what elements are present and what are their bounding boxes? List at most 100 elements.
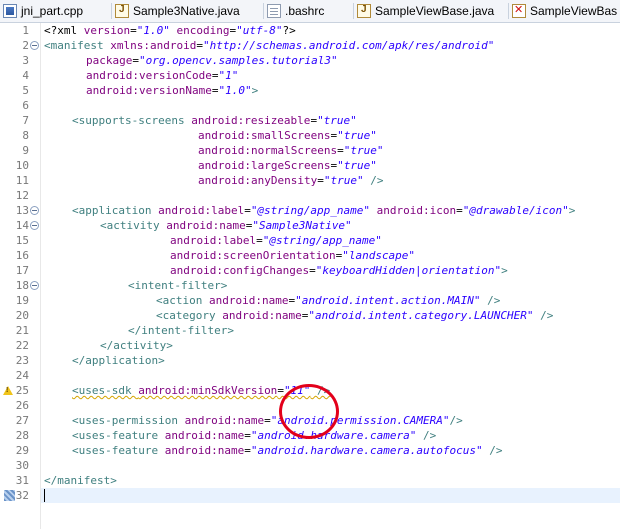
code-text: android:versionName="1.0"> (86, 84, 259, 97)
line-number: 20 (15, 309, 29, 322)
code-text: <uses-feature android:name="android.hard… (72, 429, 437, 442)
text-file-icon (267, 4, 281, 18)
code-text: android:screenOrientation="landscape" (170, 249, 416, 262)
code-text: android:largeScreens="true" (198, 159, 377, 172)
code-line-9[interactable]: 9 android:normalScreens="true" (0, 143, 620, 158)
line-number: 19 (15, 294, 29, 307)
annotation-circle (279, 384, 339, 439)
code-text: <intent-filter> (128, 279, 228, 292)
line-number: 22 (15, 339, 29, 352)
code-line-12[interactable]: 12 (0, 188, 620, 203)
code-line-5[interactable]: 5 android:versionName="1.0"> (0, 83, 620, 98)
code-text: <?xml version="1.0" encoding="utf-8"?> (44, 24, 296, 37)
line-number: 2 (22, 39, 29, 52)
code-line-16[interactable]: 16 android:screenOrientation="landscape" (0, 248, 620, 263)
code-line-17[interactable]: 17 android:configChanges="keyboardHidden… (0, 263, 620, 278)
code-line-20[interactable]: 20 <category android:name="android.inten… (0, 308, 620, 323)
code-line-21[interactable]: 21 </intent-filter> (0, 323, 620, 338)
line-number: 30 (15, 459, 29, 472)
tab-label: SampleViewBase.java (375, 4, 495, 18)
code-text: android:anyDensity="true" /> (198, 174, 384, 187)
code-text: </application> (72, 354, 165, 367)
code-text: <uses-permission android:name="android.p… (72, 414, 463, 427)
line-number: 28 (15, 429, 29, 442)
code-text: </manifest> (44, 474, 117, 487)
code-text: <manifest xmlns:android="http://schemas.… (44, 39, 495, 52)
java-error-file-icon (512, 3, 526, 18)
code-text: <activity android:name="Sample3Native" (100, 219, 352, 232)
line-number: 26 (15, 399, 29, 412)
fold-collapse-icon[interactable] (30, 281, 39, 290)
line-number: 23 (15, 354, 29, 367)
tab-label: jni_part.cpp (21, 4, 84, 18)
code-line-8[interactable]: 8 android:smallScreens="true" (0, 128, 620, 143)
code-line-14[interactable]: 14 <activity android:name="Sample3Native… (0, 218, 620, 233)
tab-sampleviewbase-java[interactable]: SampleViewBase.java (354, 0, 509, 22)
code-text: </activity> (100, 339, 173, 352)
line-number: 31 (15, 474, 29, 487)
tab-label: Sample3Native.java (133, 4, 240, 18)
line-number: 1 (22, 24, 29, 37)
java-file-icon (115, 4, 129, 18)
code-line-15[interactable]: 15 android:label="@string/app_name" (0, 233, 620, 248)
tab-sample3native-java[interactable]: Sample3Native.java (112, 0, 264, 22)
editor-tab-bar: jni_part.cpp Sample3Native.java .bashrc … (0, 0, 620, 23)
line-number: 15 (15, 234, 29, 247)
line-number: 16 (15, 249, 29, 262)
code-text: android:configChanges="keyboardHidden|or… (170, 264, 508, 277)
code-line-30[interactable]: 30 (0, 458, 620, 473)
code-line-31[interactable]: 31 </manifest> (0, 473, 620, 488)
code-text: <action android:name="android.intent.act… (156, 294, 501, 307)
code-line-2[interactable]: 2 <manifest xmlns:android="http://schema… (0, 38, 620, 53)
line-number: 29 (15, 444, 29, 457)
line-number: 17 (15, 264, 29, 277)
code-line-1[interactable]: 1 <?xml version="1.0" encoding="utf-8"?> (0, 23, 620, 38)
code-line-19[interactable]: 19 <action android:name="android.intent.… (0, 293, 620, 308)
code-text: </intent-filter> (128, 324, 234, 337)
line-number: 13 (15, 204, 29, 217)
line-number: 7 (22, 114, 29, 127)
code-text: android:smallScreens="true" (198, 129, 377, 142)
code-text: android:versionCode="1" (86, 69, 239, 82)
code-text: android:normalScreens="true" (198, 144, 384, 157)
code-line-13[interactable]: 13 <application android:label="@string/a… (0, 203, 620, 218)
line-number: 14 (15, 219, 29, 232)
tab-label: .bashrc (285, 4, 325, 18)
tab-bashrc[interactable]: .bashrc (264, 0, 354, 22)
code-text: <uses-feature android:name="android.hard… (72, 444, 503, 457)
line-number: 4 (22, 69, 29, 82)
code-text: <category android:name="android.intent.c… (156, 309, 554, 322)
line-number: 3 (22, 54, 29, 67)
code-line-4[interactable]: 4 android:versionCode="1" (0, 68, 620, 83)
line-number: 8 (22, 129, 29, 142)
code-line-24[interactable]: 24 (0, 368, 620, 383)
text-caret (44, 489, 45, 502)
code-line-6[interactable]: 6 (0, 98, 620, 113)
line-number: 6 (22, 99, 29, 112)
fold-collapse-icon[interactable] (30, 206, 39, 215)
tab-sampleviewbase-truncated[interactable]: SampleViewBas (509, 0, 620, 22)
code-line-32[interactable]: 32 (0, 488, 620, 503)
code-line-23[interactable]: 23 </application> (0, 353, 620, 368)
code-text: <supports-screens android:resizeable="tr… (72, 114, 357, 127)
tab-label: SampleViewBas (530, 4, 618, 18)
code-line-29[interactable]: 29 <uses-feature android:name="android.h… (0, 443, 620, 458)
code-line-10[interactable]: 10 android:largeScreens="true" (0, 158, 620, 173)
fold-collapse-icon[interactable] (30, 221, 39, 230)
line-number: 10 (15, 159, 29, 172)
code-line-7[interactable]: 7 <supports-screens android:resizeable="… (0, 113, 620, 128)
code-text: <application android:label="@string/app_… (72, 204, 576, 217)
fold-collapse-icon[interactable] (30, 41, 39, 50)
line-number: 27 (15, 414, 29, 427)
code-line-22[interactable]: 22 </activity> (0, 338, 620, 353)
xml-editor[interactable]: 1 <?xml version="1.0" encoding="utf-8"?>… (0, 23, 620, 529)
line-number: 32 (15, 489, 29, 502)
code-line-18[interactable]: 18 <intent-filter> (0, 278, 620, 293)
line-number: 5 (22, 84, 29, 97)
line-number: 25 (15, 384, 29, 397)
code-line-3[interactable]: 3 package="org.opencv.samples.tutorial3" (0, 53, 620, 68)
code-line-11[interactable]: 11 android:anyDensity="true" /> (0, 173, 620, 188)
line-number: 24 (15, 369, 29, 382)
java-file-icon (357, 4, 371, 18)
tab-jni-part-cpp[interactable]: jni_part.cpp (0, 0, 112, 22)
